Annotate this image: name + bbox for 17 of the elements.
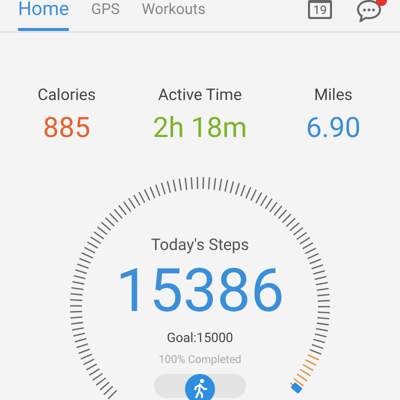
stat-value: 885 [43,111,90,145]
runner-icon [185,374,215,400]
calendar-icon[interactable]: 19 [308,0,332,19]
stat-label: Miles [314,84,353,106]
activity-toggle[interactable] [154,374,246,398]
steps-title: Today's Steps [150,234,250,256]
steps-count: 15386 [116,259,284,323]
tab[interactable]: Home [18,0,70,31]
chat-icon[interactable] [356,0,382,22]
stat-value: 2h 18m [152,111,248,145]
tab[interactable]: Workouts [142,0,206,31]
stat-label: Calories [38,84,96,106]
progress-text: 100% Completed [158,352,242,368]
steps-goal: Goal:15000 [166,330,234,348]
stat-value: 6.90 [306,111,361,145]
stat-label: Active Time [158,84,242,106]
tab[interactable]: GPS [91,0,120,31]
